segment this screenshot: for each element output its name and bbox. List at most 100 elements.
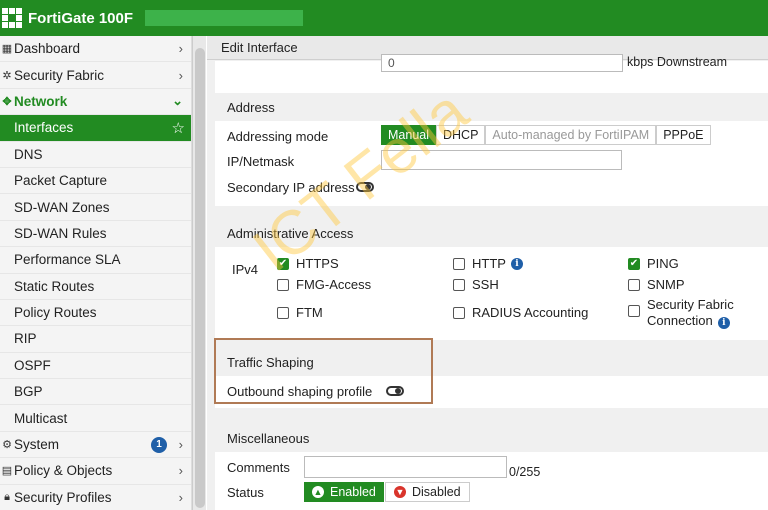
checkbox-label: SNMP bbox=[647, 277, 685, 292]
hostname-redacted bbox=[145, 10, 304, 26]
address-panel: Addressing mode Manual DHCP Auto-managed… bbox=[215, 121, 768, 206]
status-enabled-label: Enabled bbox=[330, 485, 376, 499]
status-disabled-button[interactable]: ▼ Disabled bbox=[385, 482, 470, 502]
sidebar-item-security-profiles[interactable]: 🔒︎ Security Profiles › bbox=[0, 485, 191, 510]
admin-access-panel: IPv4 ✔ HTTPS HTTP i ✔ PING FMG-Access SSH S… bbox=[215, 247, 768, 340]
ping-checkbox[interactable]: ✔ PING bbox=[628, 256, 679, 271]
sidebar-item-policy-routes[interactable]: Policy Routes bbox=[0, 300, 191, 327]
notification-badge: 1 bbox=[151, 436, 167, 453]
checkbox-label: SSH bbox=[472, 277, 499, 292]
status-enabled-button[interactable]: ▲ Enabled bbox=[304, 482, 384, 502]
checkbox-box bbox=[277, 306, 289, 319]
sidebar-item-policy-objects[interactable]: ▤ Policy & Objects › bbox=[0, 458, 191, 485]
sidebar-item-network[interactable]: ✥ Network ⌄ bbox=[0, 89, 191, 116]
misc-section-title: Miscellaneous bbox=[215, 424, 768, 452]
sidebar-item-label: Network bbox=[14, 93, 68, 109]
checkbox-label: HTTPS bbox=[296, 256, 339, 271]
sidebar-item-label: RIP bbox=[14, 331, 37, 347]
sidebar-item-interfaces[interactable]: Interfaces ☆ bbox=[0, 115, 191, 142]
http-checkbox[interactable]: HTTP i bbox=[453, 256, 523, 271]
sidebar-item-label: SD-WAN Rules bbox=[14, 225, 107, 241]
scrollbar-thumb[interactable] bbox=[195, 48, 205, 508]
chevron-right-icon: › bbox=[178, 463, 183, 479]
secondary-ip-toggle[interactable] bbox=[356, 182, 374, 192]
checkbox-label: FMG-Access bbox=[296, 277, 372, 292]
ip-netmask-input[interactable] bbox=[381, 150, 622, 170]
radius-accounting-checkbox[interactable]: RADIUS Accounting bbox=[453, 305, 588, 320]
mode-manual-button[interactable]: Manual bbox=[381, 125, 436, 145]
checkbox-label: RADIUS Accounting bbox=[472, 305, 589, 320]
chevron-right-icon: › bbox=[178, 489, 183, 505]
checkbox-label: Security Fabric Connection i bbox=[647, 297, 734, 329]
sidebar-item-label: SD-WAN Zones bbox=[14, 199, 110, 215]
sidebar-item-performance-sla[interactable]: Performance SLA bbox=[0, 247, 191, 274]
sidebar-item-sdwan-zones[interactable]: SD-WAN Zones bbox=[0, 194, 191, 221]
sidebar-item-system[interactable]: ⚙ System 1 › bbox=[0, 432, 191, 459]
star-icon[interactable]: ☆ bbox=[172, 119, 185, 137]
checkbox-box bbox=[277, 278, 289, 291]
info-icon[interactable]: i bbox=[717, 317, 730, 329]
fmg-access-checkbox[interactable]: FMG-Access bbox=[277, 277, 371, 292]
main-panel: Edit Interface 0 kbps Downstream Address… bbox=[207, 36, 768, 510]
sidebar-item-label: Policy Routes bbox=[14, 305, 97, 321]
sidebar-item-label: Packet Capture bbox=[14, 173, 108, 189]
security-fabric-connection-checkbox[interactable]: Security Fabric Connection i bbox=[628, 297, 734, 329]
address-section-title: Address bbox=[215, 93, 768, 121]
checkbox-label-line2: Connection bbox=[647, 313, 713, 328]
info-icon[interactable]: i bbox=[510, 257, 523, 270]
mode-pppoe-button[interactable]: PPPoE bbox=[656, 125, 711, 145]
comments-counter: 0/255 bbox=[509, 465, 541, 479]
arrow-up-icon: ▲ bbox=[312, 486, 324, 498]
ssh-checkbox[interactable]: SSH bbox=[453, 277, 499, 292]
checkmark-icon: ✔ bbox=[277, 257, 289, 270]
checkbox-label: HTTP bbox=[472, 256, 506, 271]
security-fabric-icon: ✲ bbox=[2, 69, 12, 82]
https-checkbox[interactable]: ✔ HTTPS bbox=[277, 256, 339, 271]
chevron-right-icon: › bbox=[178, 437, 183, 453]
sidebar-scrollbar[interactable] bbox=[192, 36, 206, 510]
checkbox-box bbox=[628, 278, 640, 291]
mode-dhcp-button[interactable]: DHCP bbox=[436, 125, 486, 145]
snmp-checkbox[interactable]: SNMP bbox=[628, 277, 685, 292]
sidebar-item-label: OSPF bbox=[14, 357, 51, 373]
sidebar: ▦ Dashboard › ✲ Security Fabric › ✥ Netw… bbox=[0, 36, 192, 510]
sidebar-item-ospf[interactable]: OSPF bbox=[0, 353, 191, 380]
sidebar-item-multicast[interactable]: Multicast bbox=[0, 405, 191, 432]
ipv4-label: IPv4 bbox=[232, 262, 259, 277]
ftm-checkbox[interactable]: FTM bbox=[277, 305, 323, 320]
sidebar-item-static-routes[interactable]: Static Routes bbox=[0, 274, 191, 300]
comments-textarea[interactable] bbox=[304, 456, 507, 478]
status-label: Status bbox=[227, 485, 264, 500]
checkmark-icon: ✔ bbox=[628, 257, 640, 270]
chevron-right-icon: › bbox=[178, 41, 183, 57]
sidebar-item-label: Multicast bbox=[14, 410, 68, 426]
sidebar-item-bgp[interactable]: BGP bbox=[0, 379, 191, 406]
downstream-input[interactable]: 0 bbox=[381, 54, 623, 72]
sidebar-item-label: Performance SLA bbox=[14, 252, 121, 268]
addressing-mode-selector: Manual DHCP Auto-managed by FortiIPAM PP… bbox=[381, 125, 711, 145]
top-bar: FortiGate 100F bbox=[0, 0, 768, 36]
device-name: FortiGate 100F bbox=[28, 9, 134, 27]
checkbox-label: PING bbox=[647, 256, 679, 271]
sidebar-item-security-fabric[interactable]: ✲ Security Fabric › bbox=[0, 62, 191, 89]
checkbox-label: FTM bbox=[296, 305, 323, 320]
fortinet-logo-icon bbox=[2, 8, 22, 28]
sidebar-item-rip[interactable]: RIP bbox=[0, 326, 191, 353]
sidebar-item-label: Security Fabric bbox=[14, 67, 105, 83]
sidebar-item-label: Static Routes bbox=[14, 278, 95, 294]
comments-label: Comments bbox=[227, 460, 290, 475]
sidebar-item-label: Interfaces bbox=[14, 120, 74, 136]
mode-fortiipam-button[interactable]: Auto-managed by FortiIPAM bbox=[485, 125, 657, 145]
sidebar-item-sdwan-rules[interactable]: SD-WAN Rules bbox=[0, 221, 191, 248]
checkbox-box bbox=[453, 278, 465, 291]
bandwidth-panel: 0 kbps Downstream bbox=[215, 54, 768, 93]
sidebar-item-label: BGP bbox=[14, 384, 43, 400]
gear-icon: ⚙ bbox=[2, 439, 12, 452]
checkbox-box bbox=[628, 305, 640, 317]
sidebar-item-dashboard[interactable]: ▦ Dashboard › bbox=[0, 36, 191, 63]
checkbox-box bbox=[453, 306, 465, 319]
sidebar-item-label: Policy & Objects bbox=[14, 463, 113, 479]
checkbox-box bbox=[453, 257, 465, 270]
sidebar-item-packet-capture[interactable]: Packet Capture bbox=[0, 168, 191, 195]
sidebar-item-dns[interactable]: DNS bbox=[0, 142, 191, 168]
